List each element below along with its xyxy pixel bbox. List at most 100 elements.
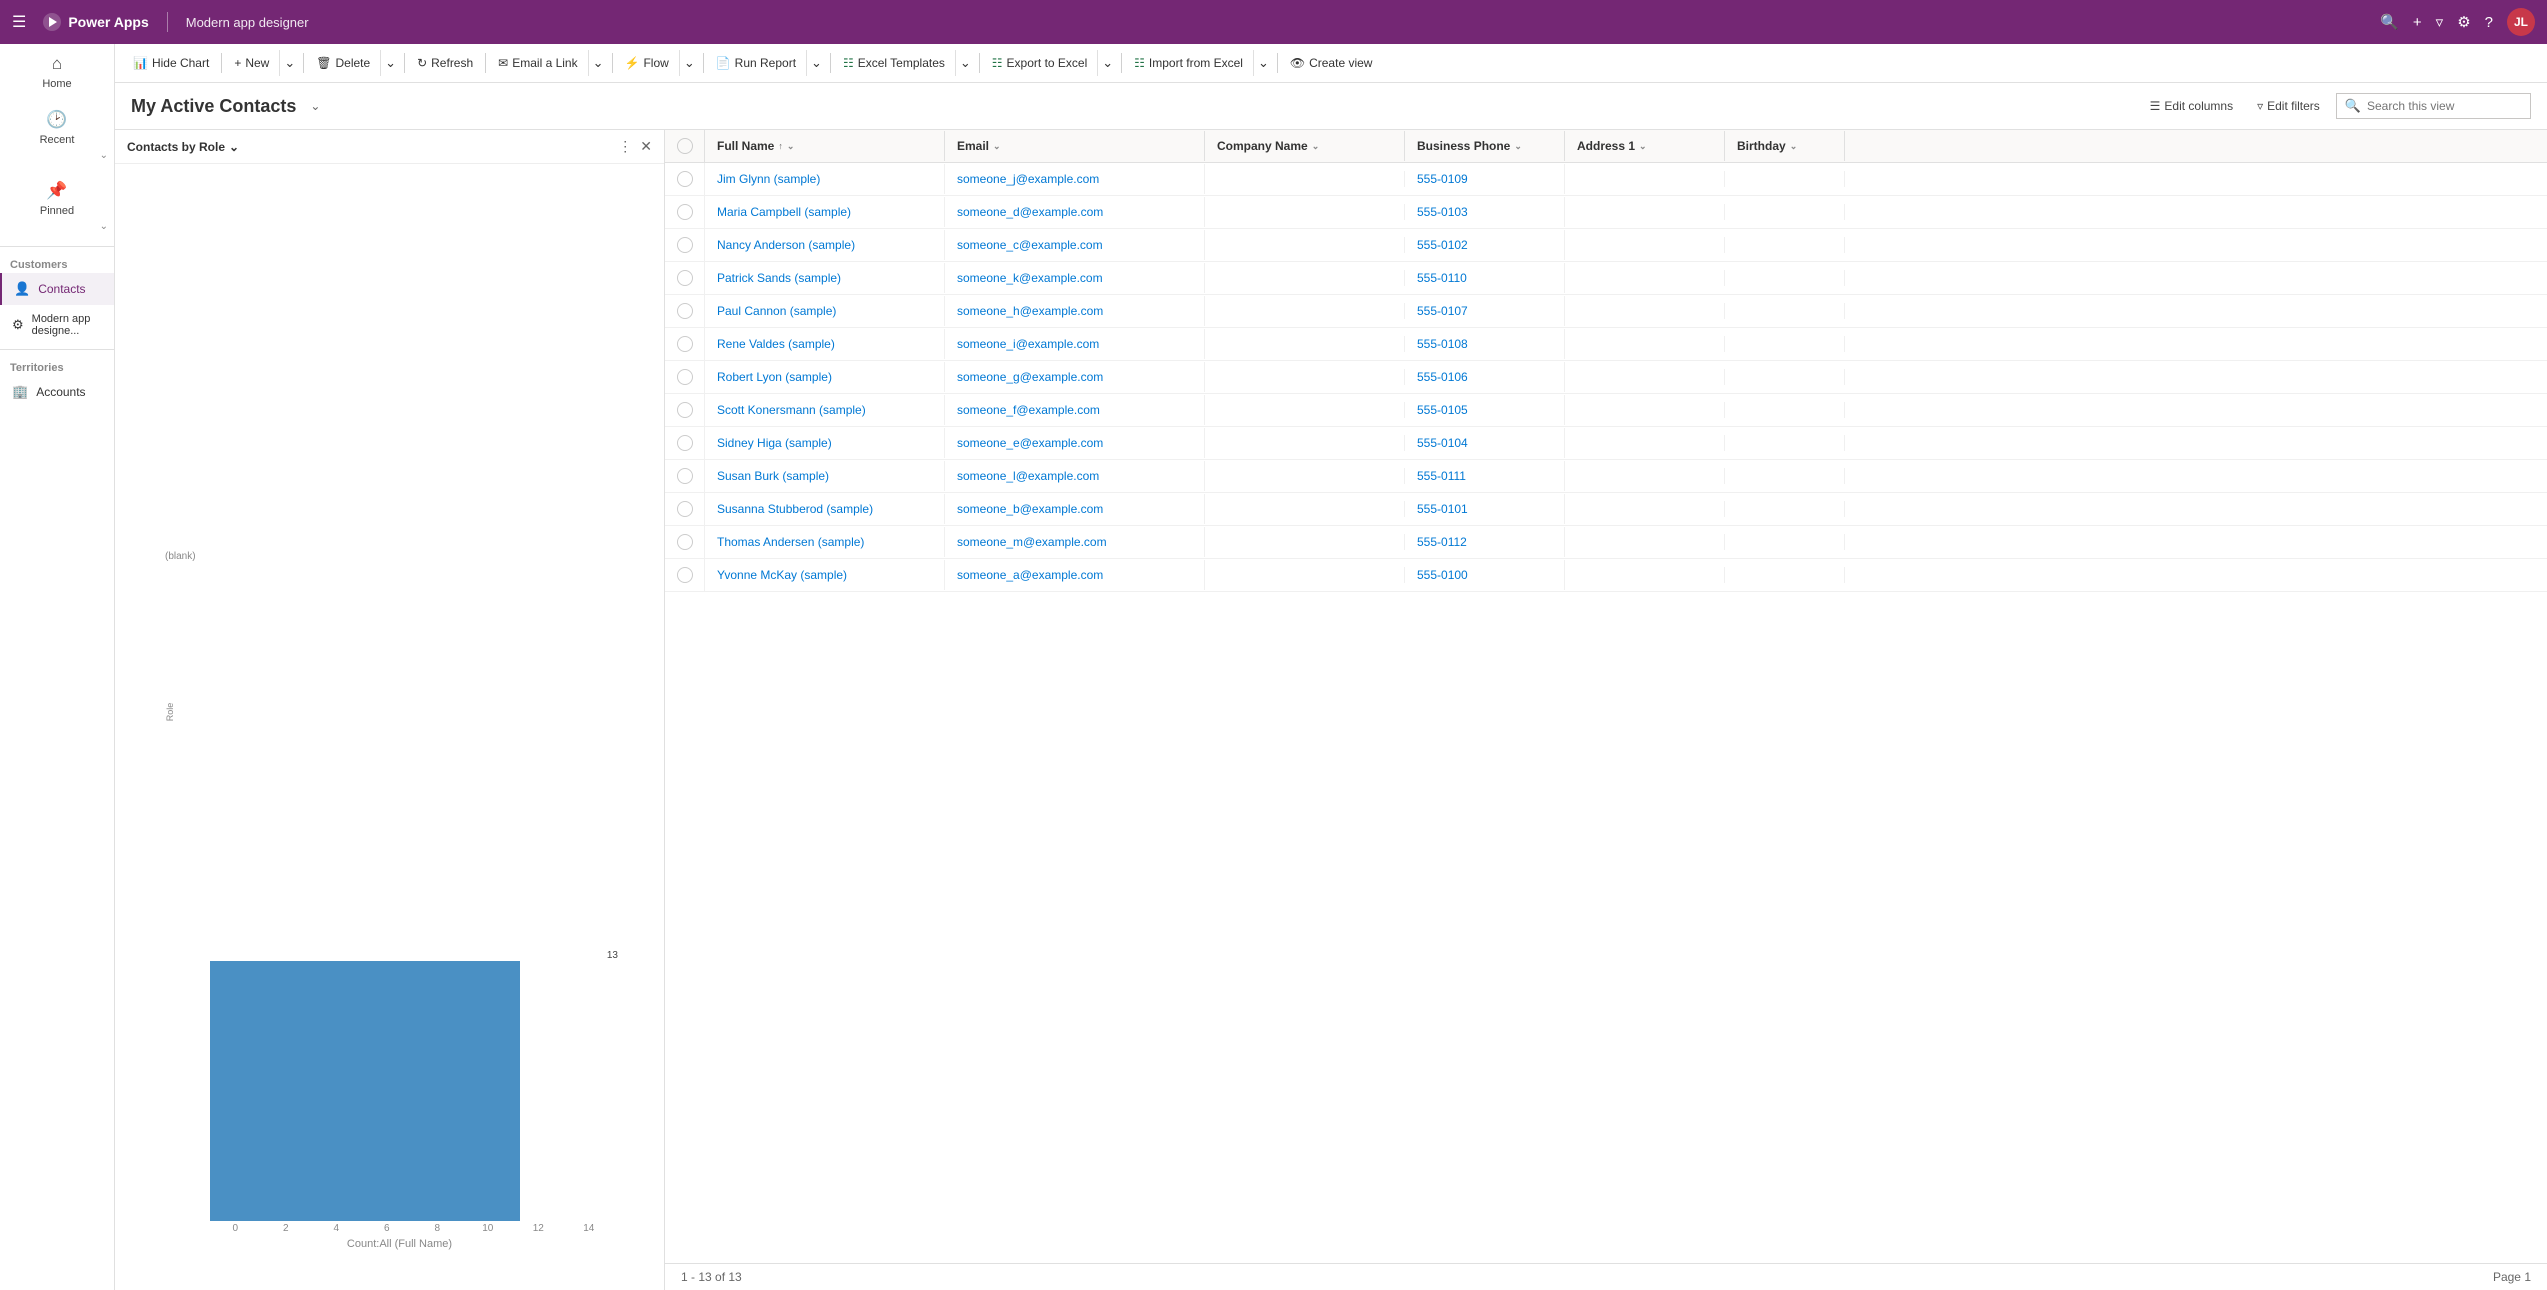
create-view-button[interactable]: 👁 Create view	[1282, 51, 1381, 75]
col-header-fullname[interactable]: Full Name ↑ ⌄	[705, 131, 945, 161]
cell-email[interactable]: someone_k@example.com	[945, 263, 1205, 293]
row-radio-cell[interactable]	[665, 163, 705, 195]
row-radio[interactable]	[677, 171, 693, 187]
export-dropdown[interactable]: ⌄	[1097, 50, 1117, 76]
sidebar-item-contacts[interactable]: 👤 Contacts	[0, 273, 114, 305]
new-dropdown[interactable]: ⌄	[279, 50, 299, 76]
view-title-caret[interactable]: ⌄	[310, 99, 320, 113]
excel-templates-button[interactable]: ☷ Excel Templates	[835, 51, 953, 75]
cell-fullname[interactable]: Maria Campbell (sample)	[705, 197, 945, 227]
row-radio[interactable]	[677, 270, 693, 286]
export-excel-button[interactable]: ☷ Export to Excel	[984, 51, 1095, 75]
edit-columns-button[interactable]: ☰ Edit columns	[2142, 95, 2241, 117]
hide-chart-button[interactable]: 📊 Hide Chart	[125, 51, 217, 75]
sidebar-item-pinned[interactable]: 📌 Pinned ⌄	[0, 171, 114, 242]
row-radio[interactable]	[677, 204, 693, 220]
row-radio[interactable]	[677, 534, 693, 550]
search-input[interactable]	[2367, 99, 2522, 113]
hamburger-icon[interactable]: ☰	[12, 12, 26, 32]
cell-email[interactable]: someone_g@example.com	[945, 362, 1205, 392]
new-button[interactable]: + New	[226, 51, 277, 75]
cell-email[interactable]: someone_f@example.com	[945, 395, 1205, 425]
row-radio-cell[interactable]	[665, 295, 705, 327]
row-radio[interactable]	[677, 402, 693, 418]
row-radio-cell[interactable]	[665, 460, 705, 492]
add-icon[interactable]: +	[2413, 14, 2422, 31]
email-link-button[interactable]: ✉ Email a Link	[490, 51, 585, 75]
cell-phone[interactable]: 555-0108	[1405, 329, 1565, 359]
cell-phone[interactable]: 555-0100	[1405, 560, 1565, 590]
col-header-phone[interactable]: Business Phone ⌄	[1405, 131, 1565, 161]
row-radio-cell[interactable]	[665, 361, 705, 393]
row-radio-cell[interactable]	[665, 559, 705, 591]
excel-templates-dropdown[interactable]: ⌄	[955, 50, 975, 76]
cell-email[interactable]: someone_e@example.com	[945, 428, 1205, 458]
delete-button[interactable]: 🗑 Delete	[308, 51, 378, 75]
cell-phone[interactable]: 555-0109	[1405, 164, 1565, 194]
refresh-button[interactable]: ↻ Refresh	[409, 51, 481, 75]
row-radio-cell[interactable]	[665, 526, 705, 558]
row-radio[interactable]	[677, 435, 693, 451]
row-radio[interactable]	[677, 567, 693, 583]
row-radio-cell[interactable]	[665, 196, 705, 228]
cell-email[interactable]: someone_m@example.com	[945, 527, 1205, 557]
cell-phone[interactable]: 555-0104	[1405, 428, 1565, 458]
avatar[interactable]: JL	[2507, 8, 2535, 36]
cell-email[interactable]: someone_h@example.com	[945, 296, 1205, 326]
row-radio-cell[interactable]	[665, 229, 705, 261]
sidebar-item-accounts[interactable]: 🏢 Accounts	[0, 376, 114, 408]
cell-fullname[interactable]: Jim Glynn (sample)	[705, 164, 945, 194]
row-radio[interactable]	[677, 468, 693, 484]
cell-phone[interactable]: 555-0110	[1405, 263, 1565, 293]
run-report-button[interactable]: 📄 Run Report	[708, 51, 804, 75]
cell-email[interactable]: someone_i@example.com	[945, 329, 1205, 359]
row-radio[interactable]	[677, 303, 693, 319]
cell-email[interactable]: someone_b@example.com	[945, 494, 1205, 524]
cell-fullname[interactable]: Susan Burk (sample)	[705, 461, 945, 491]
sidebar-item-recent[interactable]: 🕑 Recent ⌄	[0, 100, 114, 171]
cell-fullname[interactable]: Yvonne McKay (sample)	[705, 560, 945, 590]
run-report-dropdown[interactable]: ⌄	[806, 50, 826, 76]
cell-email[interactable]: someone_j@example.com	[945, 164, 1205, 194]
search-box[interactable]: 🔍	[2336, 93, 2531, 119]
import-dropdown[interactable]: ⌄	[1253, 50, 1273, 76]
help-icon[interactable]: ?	[2485, 14, 2493, 31]
col-header-company[interactable]: Company Name ⌄	[1205, 131, 1405, 161]
row-radio-cell[interactable]	[665, 427, 705, 459]
header-radio[interactable]	[677, 138, 693, 154]
cell-fullname[interactable]: Rene Valdes (sample)	[705, 329, 945, 359]
sidebar-item-modern-app[interactable]: ⚙ Modern app designe...	[0, 305, 114, 345]
cell-phone[interactable]: 555-0112	[1405, 527, 1565, 557]
row-radio-cell[interactable]	[665, 493, 705, 525]
cell-email[interactable]: someone_c@example.com	[945, 230, 1205, 260]
row-radio-cell[interactable]	[665, 262, 705, 294]
row-radio[interactable]	[677, 336, 693, 352]
flow-dropdown[interactable]: ⌄	[679, 50, 699, 76]
import-excel-button[interactable]: ☷ Import from Excel	[1126, 51, 1251, 75]
cell-fullname[interactable]: Nancy Anderson (sample)	[705, 230, 945, 260]
cell-fullname[interactable]: Sidney Higa (sample)	[705, 428, 945, 458]
row-radio[interactable]	[677, 237, 693, 253]
edit-filters-button[interactable]: ▿ Edit filters	[2249, 95, 2328, 117]
cell-fullname[interactable]: Susanna Stubberod (sample)	[705, 494, 945, 524]
col-header-address[interactable]: Address 1 ⌄	[1565, 131, 1725, 161]
chart-close-button[interactable]: ✕	[640, 138, 652, 155]
cell-fullname[interactable]: Scott Konersmann (sample)	[705, 395, 945, 425]
col-header-birthday[interactable]: Birthday ⌄	[1725, 131, 1845, 161]
row-radio-cell[interactable]	[665, 328, 705, 360]
col-header-email[interactable]: Email ⌄	[945, 131, 1205, 161]
cell-fullname[interactable]: Robert Lyon (sample)	[705, 362, 945, 392]
cell-fullname[interactable]: Thomas Andersen (sample)	[705, 527, 945, 557]
cell-phone[interactable]: 555-0101	[1405, 494, 1565, 524]
chart-more-icon[interactable]: ⋮	[618, 138, 632, 155]
filter-icon[interactable]: ▿	[2436, 13, 2444, 31]
chart-bar[interactable]	[210, 961, 520, 1221]
row-radio[interactable]	[677, 501, 693, 517]
chart-title-button[interactable]: Contacts by Role ⌄	[127, 140, 239, 154]
row-radio[interactable]	[677, 369, 693, 385]
cell-email[interactable]: someone_a@example.com	[945, 560, 1205, 590]
cell-email[interactable]: someone_l@example.com	[945, 461, 1205, 491]
cell-phone[interactable]: 555-0106	[1405, 362, 1565, 392]
email-dropdown[interactable]: ⌄	[588, 50, 608, 76]
cell-phone[interactable]: 555-0102	[1405, 230, 1565, 260]
